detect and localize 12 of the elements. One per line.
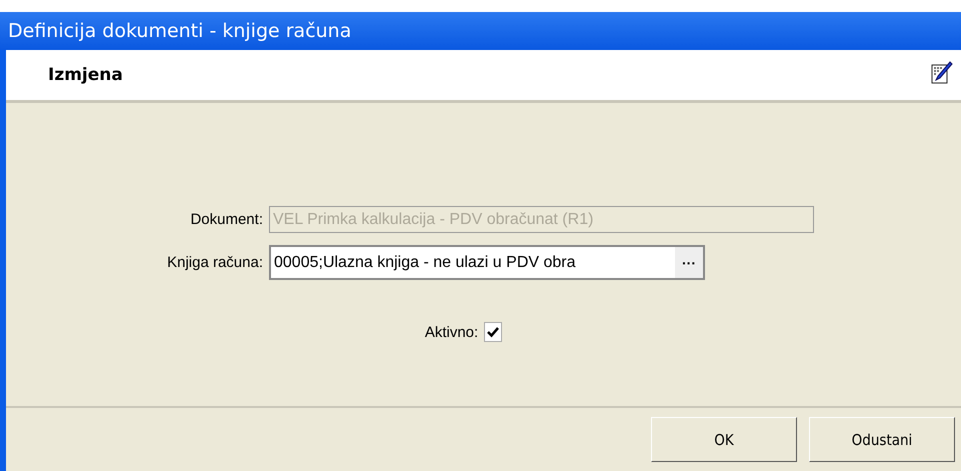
text-field[interactable]: 00005;Ulazna knjiga - ne ulazi u PDV obra ··· — [269, 245, 705, 280]
browse-button[interactable]: ··· — [675, 247, 703, 278]
field-label: Dokument: — [189, 211, 264, 228]
cancel-button[interactable]: Odustani — [809, 417, 955, 462]
checkbox[interactable] — [484, 322, 502, 342]
checkbox-label: Aktivno: — [424, 324, 480, 340]
ok-button[interactable]: OK — [651, 417, 797, 462]
edit-icon — [931, 61, 953, 85]
check-icon — [487, 326, 500, 338]
field-label: Knjiga računa: — [166, 254, 264, 271]
header-title: Izmjena — [48, 65, 123, 85]
window-title: Definicija dokumenti - knjige računa — [8, 20, 352, 42]
